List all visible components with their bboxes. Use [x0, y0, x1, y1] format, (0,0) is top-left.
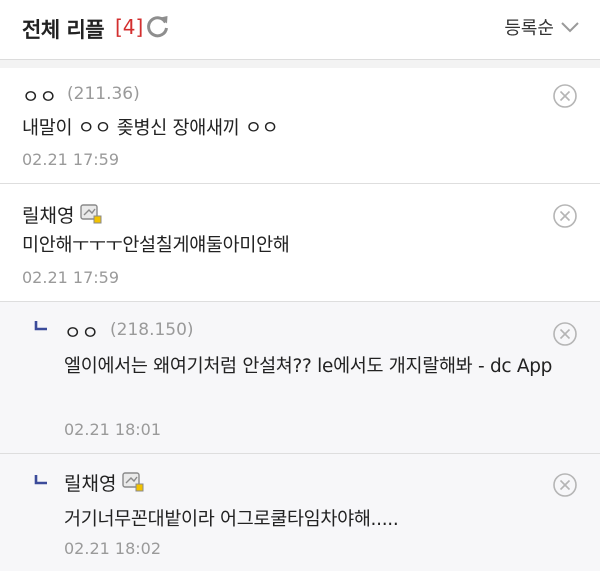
comment-author-name: 릴채영 — [22, 205, 75, 227]
comment-author[interactable]: 릴채영 — [22, 201, 102, 228]
header-separator — [0, 60, 600, 68]
comment-text: 미안해ㅜㅜㅜ안설칠게얘둘아미안해 — [22, 235, 290, 256]
chevron-down-icon — [561, 22, 579, 33]
delete-icon[interactable] — [552, 472, 578, 498]
refresh-icon[interactable] — [145, 13, 171, 39]
comment-text: 내말이 ㅇㅇ 좆병신 장애새끼 ㅇㅇ — [22, 118, 279, 139]
delete-icon[interactable] — [552, 203, 578, 229]
comment-time: 02.21 18:01 — [64, 420, 161, 439]
comment-time: 02.21 18:02 — [64, 539, 161, 558]
comment-ip: (211.36) — [67, 84, 140, 104]
reply-arrow-icon — [34, 475, 47, 485]
comment-text: 거기너무꼰대밭이라 어그로쿨타임차야해..... — [64, 509, 399, 530]
delete-icon[interactable] — [552, 83, 578, 109]
comment-header: 전체 리플 [4] 등록순 — [0, 0, 600, 60]
reply-item: ㅇㅇ (218.150) 엘이에서는 왜여기처럼 안설쳐?? le에서도 개지랄… — [0, 302, 600, 454]
comment-text: 엘이에서는 왜여기처럼 안설쳐?? le에서도 개지랄해봐 - dc App — [64, 356, 553, 377]
comment-author[interactable]: ㅇㅇ — [64, 318, 99, 345]
comment-time: 02.21 17:59 — [22, 150, 119, 169]
comment-ip: (218.150) — [110, 320, 194, 340]
delete-icon[interactable] — [552, 321, 578, 347]
comment-count: [4] — [115, 15, 144, 39]
comment-author[interactable]: 릴채영 — [64, 469, 144, 496]
reply-item: 릴채영 거기너무꼰대밭이라 어그로쿨타임차야해..... 02.21 18:02 — [0, 454, 600, 571]
comment-author-name: 릴채영 — [64, 473, 117, 495]
comment-section-title: 전체 리플 — [22, 18, 105, 42]
sort-dropdown[interactable]: 등록순 — [504, 15, 580, 39]
sort-label: 등록순 — [504, 18, 554, 39]
comment-time: 02.21 17:59 — [22, 268, 119, 287]
comment-author[interactable]: ㅇㅇ — [22, 82, 57, 109]
comment-item: 릴채영 미안해ㅜㅜㅜ안설칠게얘둘아미안해 02.21 17:59 — [0, 184, 600, 302]
reply-arrow-icon — [34, 321, 47, 331]
comment-item: ㅇㅇ (211.36) 내말이 ㅇㅇ 좆병신 장애새끼 ㅇㅇ 02.21 17:… — [0, 68, 600, 184]
fixed-nick-badge-icon — [80, 204, 102, 224]
fixed-nick-badge-icon — [122, 472, 144, 492]
